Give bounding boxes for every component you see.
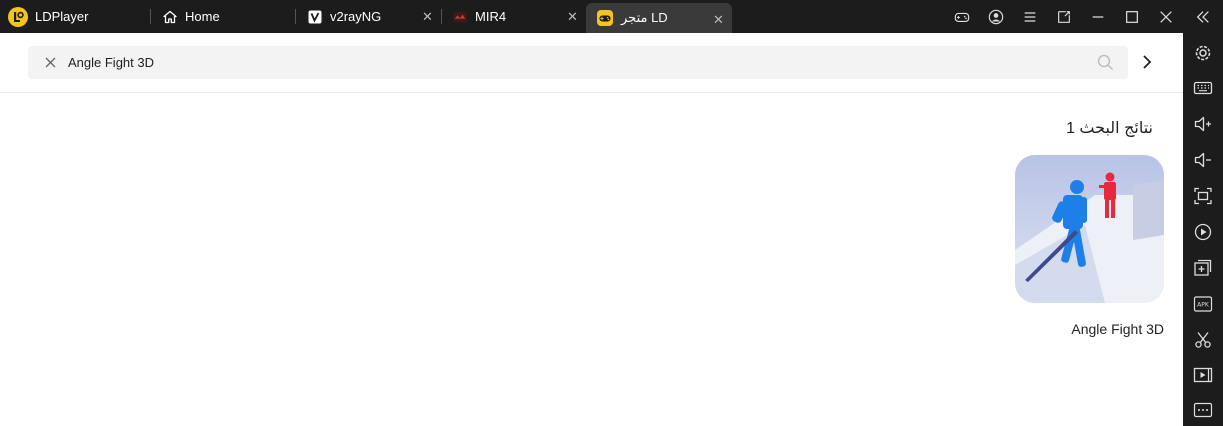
search-input[interactable]: Angle Fight 3D bbox=[68, 55, 154, 70]
forward-arrow-icon[interactable] bbox=[1138, 52, 1156, 72]
tab-separator bbox=[441, 9, 442, 24]
record-icon[interactable] bbox=[1193, 222, 1213, 242]
volume-down-icon[interactable] bbox=[1193, 150, 1213, 170]
tab-home[interactable]: Home bbox=[150, 0, 295, 33]
video-player-icon[interactable] bbox=[1193, 365, 1213, 385]
collapse-sidebar-icon[interactable] bbox=[1183, 0, 1223, 33]
app-card-angle-fight-3d[interactable]: Angle Fight 3D bbox=[1015, 155, 1165, 337]
tab-label: Home bbox=[185, 9, 220, 24]
multi-instance-icon[interactable] bbox=[1193, 258, 1213, 278]
close-tab-icon[interactable]: ✕ bbox=[420, 9, 435, 24]
v2rayng-icon bbox=[308, 10, 322, 24]
volume-up-icon[interactable] bbox=[1193, 114, 1213, 134]
keyboard-icon[interactable] bbox=[1193, 78, 1213, 98]
app-name-label[interactable]: Angle Fight 3D bbox=[1071, 321, 1164, 337]
tab-separator bbox=[150, 9, 151, 24]
menu-icon[interactable] bbox=[1013, 0, 1047, 33]
search-bar[interactable]: Angle Fight 3D bbox=[28, 46, 1128, 79]
brand: LDPlayer bbox=[0, 0, 150, 33]
mir4-icon bbox=[453, 10, 467, 24]
results-heading: نتائج البحث 1 bbox=[1066, 120, 1153, 137]
tab-label: MIR4 bbox=[475, 9, 507, 24]
tab-v2rayng[interactable]: v2rayNG ✕ bbox=[295, 0, 441, 33]
close-window-icon[interactable] bbox=[1149, 0, 1183, 33]
tab-ld-store[interactable]: متجر LD ✕ bbox=[586, 3, 732, 33]
clear-search-icon[interactable] bbox=[44, 56, 57, 69]
tool-sidebar: APK bbox=[1183, 33, 1223, 426]
home-icon bbox=[163, 10, 177, 24]
tab-label: v2rayNG bbox=[330, 9, 382, 24]
more-icon[interactable] bbox=[1193, 400, 1213, 420]
gamepad-settings-icon[interactable] bbox=[945, 0, 979, 33]
maximize-icon[interactable] bbox=[1115, 0, 1149, 33]
minimize-icon[interactable] bbox=[1081, 0, 1115, 33]
close-tab-icon[interactable]: ✕ bbox=[711, 12, 726, 27]
scissors-icon[interactable] bbox=[1193, 330, 1213, 350]
svg-text:APK: APK bbox=[1197, 302, 1210, 309]
install-apk-icon[interactable]: APK bbox=[1193, 294, 1213, 314]
ldplayer-logo-icon bbox=[8, 6, 28, 27]
search-icon[interactable] bbox=[1097, 54, 1114, 71]
close-tab-icon[interactable]: ✕ bbox=[565, 9, 580, 24]
tab-label: متجر LD bbox=[621, 10, 668, 25]
screenshot-icon[interactable] bbox=[1193, 186, 1213, 206]
title-bar: LDPlayer Home v2rayNG ✕ MIR4 ✕ متجر LD ✕ bbox=[0, 0, 1223, 33]
gamepad-icon bbox=[597, 10, 613, 26]
header-divider bbox=[0, 92, 1183, 93]
app-name: LDPlayer bbox=[35, 9, 89, 24]
window-controls bbox=[945, 0, 1223, 33]
tab-mir4[interactable]: MIR4 ✕ bbox=[441, 0, 586, 33]
account-icon[interactable] bbox=[979, 0, 1013, 33]
tab-separator bbox=[295, 9, 296, 24]
settings-gear-icon[interactable] bbox=[1193, 43, 1213, 63]
app-thumbnail[interactable] bbox=[1015, 155, 1164, 303]
pin-window-icon[interactable] bbox=[1047, 0, 1081, 33]
